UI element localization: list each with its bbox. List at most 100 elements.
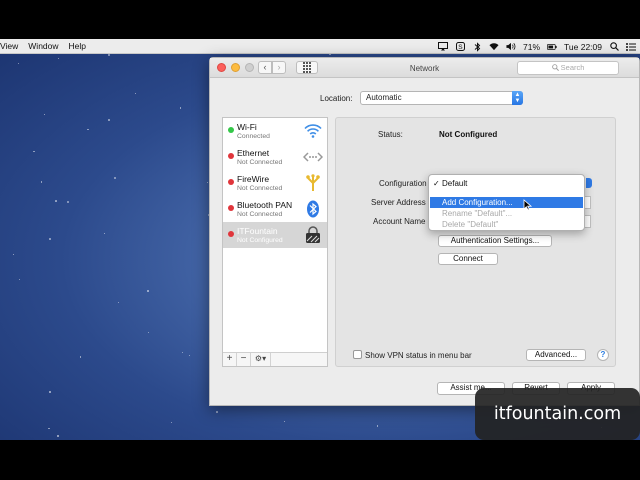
star bbox=[57, 435, 59, 437]
menu-clock[interactable]: Tue 22:09 bbox=[564, 42, 602, 52]
ethernet-icon bbox=[303, 152, 323, 162]
menu-help[interactable]: Help bbox=[69, 41, 86, 51]
firewire-icon bbox=[306, 174, 320, 191]
status-dot bbox=[228, 231, 234, 237]
configuration-dropdown-menu: ✓ Default Add Configuration... Rename "D… bbox=[428, 174, 585, 231]
star bbox=[170, 421, 173, 424]
star bbox=[148, 331, 150, 334]
battery-percent[interactable]: 71% bbox=[523, 42, 540, 52]
search-input[interactable]: Search bbox=[517, 61, 619, 75]
show-vpn-status-checkbox[interactable] bbox=[353, 350, 362, 359]
service-item-ethernet[interactable]: Ethernet Not Connected bbox=[223, 144, 327, 170]
configuration-label: Configuration bbox=[379, 179, 427, 188]
star bbox=[13, 253, 15, 255]
location-select[interactable]: Automatic ▲ ▼ bbox=[360, 91, 523, 105]
star bbox=[284, 421, 286, 423]
service-item-itfountain[interactable]: ITFountain Not Configured bbox=[223, 222, 327, 248]
service-status: Not Connected bbox=[237, 159, 283, 166]
service-list: Wi-Fi Connected Ethernet Not Connected F… bbox=[222, 117, 328, 367]
service-name: Ethernet bbox=[237, 148, 270, 158]
star bbox=[41, 181, 43, 183]
notification-list-icon[interactable] bbox=[626, 42, 636, 52]
star bbox=[18, 279, 20, 281]
location-value: Automatic bbox=[366, 93, 402, 102]
service-item-bluetooth-pan[interactable]: Bluetooth PAN Not Connected bbox=[223, 196, 327, 222]
star bbox=[216, 411, 218, 413]
service-status: Not Connected bbox=[237, 185, 283, 192]
search-placeholder: Search bbox=[560, 63, 585, 72]
status-dot bbox=[228, 153, 234, 159]
volume-icon[interactable] bbox=[506, 42, 516, 52]
network-preferences-window: ‹ › Network Search Location: Automatic ▲… bbox=[209, 57, 640, 406]
status-dot bbox=[228, 127, 234, 133]
help-button[interactable]: ? bbox=[597, 349, 609, 361]
chevron-updown-icon: ▲ ▼ bbox=[512, 91, 523, 105]
star bbox=[43, 113, 45, 115]
menu-item-add-configuration[interactable]: Add Configuration... bbox=[430, 197, 583, 208]
star bbox=[67, 200, 70, 203]
status-dot bbox=[228, 205, 234, 211]
star bbox=[87, 128, 89, 131]
star bbox=[57, 58, 60, 60]
service-name: ITFountain bbox=[237, 226, 278, 236]
menu-item-label: Delete "Default" bbox=[442, 220, 499, 229]
connect-button[interactable]: Connect bbox=[438, 253, 498, 265]
star bbox=[33, 150, 35, 153]
screen-mirror-icon[interactable] bbox=[438, 42, 449, 52]
configuration-popup-arrow[interactable] bbox=[586, 178, 592, 188]
bluetooth-icon[interactable] bbox=[472, 41, 482, 52]
screen-letterbox bbox=[0, 440, 640, 480]
menu-bar: View Window Help S 71% Tue 22:09 bbox=[0, 39, 640, 54]
remove-service-button[interactable]: − bbox=[237, 353, 251, 366]
skype-icon[interactable]: S bbox=[455, 42, 465, 52]
bluetooth-icon bbox=[307, 200, 319, 218]
star bbox=[104, 232, 106, 234]
menu-window[interactable]: Window bbox=[28, 41, 58, 51]
service-name: FireWire bbox=[237, 174, 270, 184]
star bbox=[114, 176, 117, 179]
svg-text:S: S bbox=[458, 44, 463, 51]
authentication-settings-button[interactable]: Authentication Settings... bbox=[438, 235, 552, 247]
add-service-button[interactable]: + bbox=[223, 353, 237, 366]
search-icon[interactable] bbox=[609, 42, 619, 52]
show-vpn-status-label: Show VPN status in menu bar bbox=[365, 351, 472, 360]
vpn-detail-panel: Status: Not Configured Configuration Ser… bbox=[335, 117, 616, 367]
star bbox=[207, 181, 208, 183]
location-label: Location: bbox=[320, 94, 353, 103]
star bbox=[117, 302, 119, 304]
gear-icon[interactable]: ⚙▾ bbox=[251, 353, 271, 366]
menu-item-default[interactable]: ✓ Default bbox=[430, 178, 583, 189]
star bbox=[49, 391, 51, 393]
star bbox=[107, 119, 110, 121]
search-icon bbox=[551, 64, 559, 71]
star bbox=[189, 355, 191, 357]
menu-item-rename: Rename "Default"... bbox=[430, 208, 583, 219]
menu-item-label: Rename "Default"... bbox=[442, 209, 513, 218]
service-item-wifi[interactable]: Wi-Fi Connected bbox=[223, 118, 327, 144]
star bbox=[182, 351, 184, 353]
star bbox=[147, 290, 149, 292]
star bbox=[80, 356, 82, 358]
wifi-icon bbox=[304, 124, 322, 138]
server-address-label: Server Address bbox=[371, 198, 426, 207]
menu-item-label: Add Configuration... bbox=[442, 198, 513, 207]
service-status: Connected bbox=[237, 133, 270, 140]
status-value: Not Configured bbox=[439, 130, 498, 139]
star bbox=[48, 428, 50, 430]
title-bar: ‹ › Network Search bbox=[210, 58, 639, 78]
battery-icon[interactable] bbox=[547, 42, 557, 52]
account-name-label: Account Name bbox=[373, 217, 426, 226]
advanced-button[interactable]: Advanced... bbox=[526, 349, 586, 361]
status-label: Status: bbox=[378, 130, 403, 139]
star bbox=[49, 238, 51, 241]
star bbox=[134, 92, 136, 94]
menu-view[interactable]: View bbox=[0, 41, 18, 51]
checkmark-icon: ✓ bbox=[433, 179, 440, 188]
watermark: itfountain.com bbox=[475, 388, 640, 440]
status-dot bbox=[228, 179, 234, 185]
menu-item-delete: Delete "Default" bbox=[430, 219, 583, 230]
service-item-firewire[interactable]: FireWire Not Connected bbox=[223, 170, 327, 196]
wifi-icon[interactable] bbox=[489, 42, 499, 52]
star bbox=[107, 53, 110, 56]
sidebar-footer: + − ⚙▾ bbox=[223, 352, 327, 366]
